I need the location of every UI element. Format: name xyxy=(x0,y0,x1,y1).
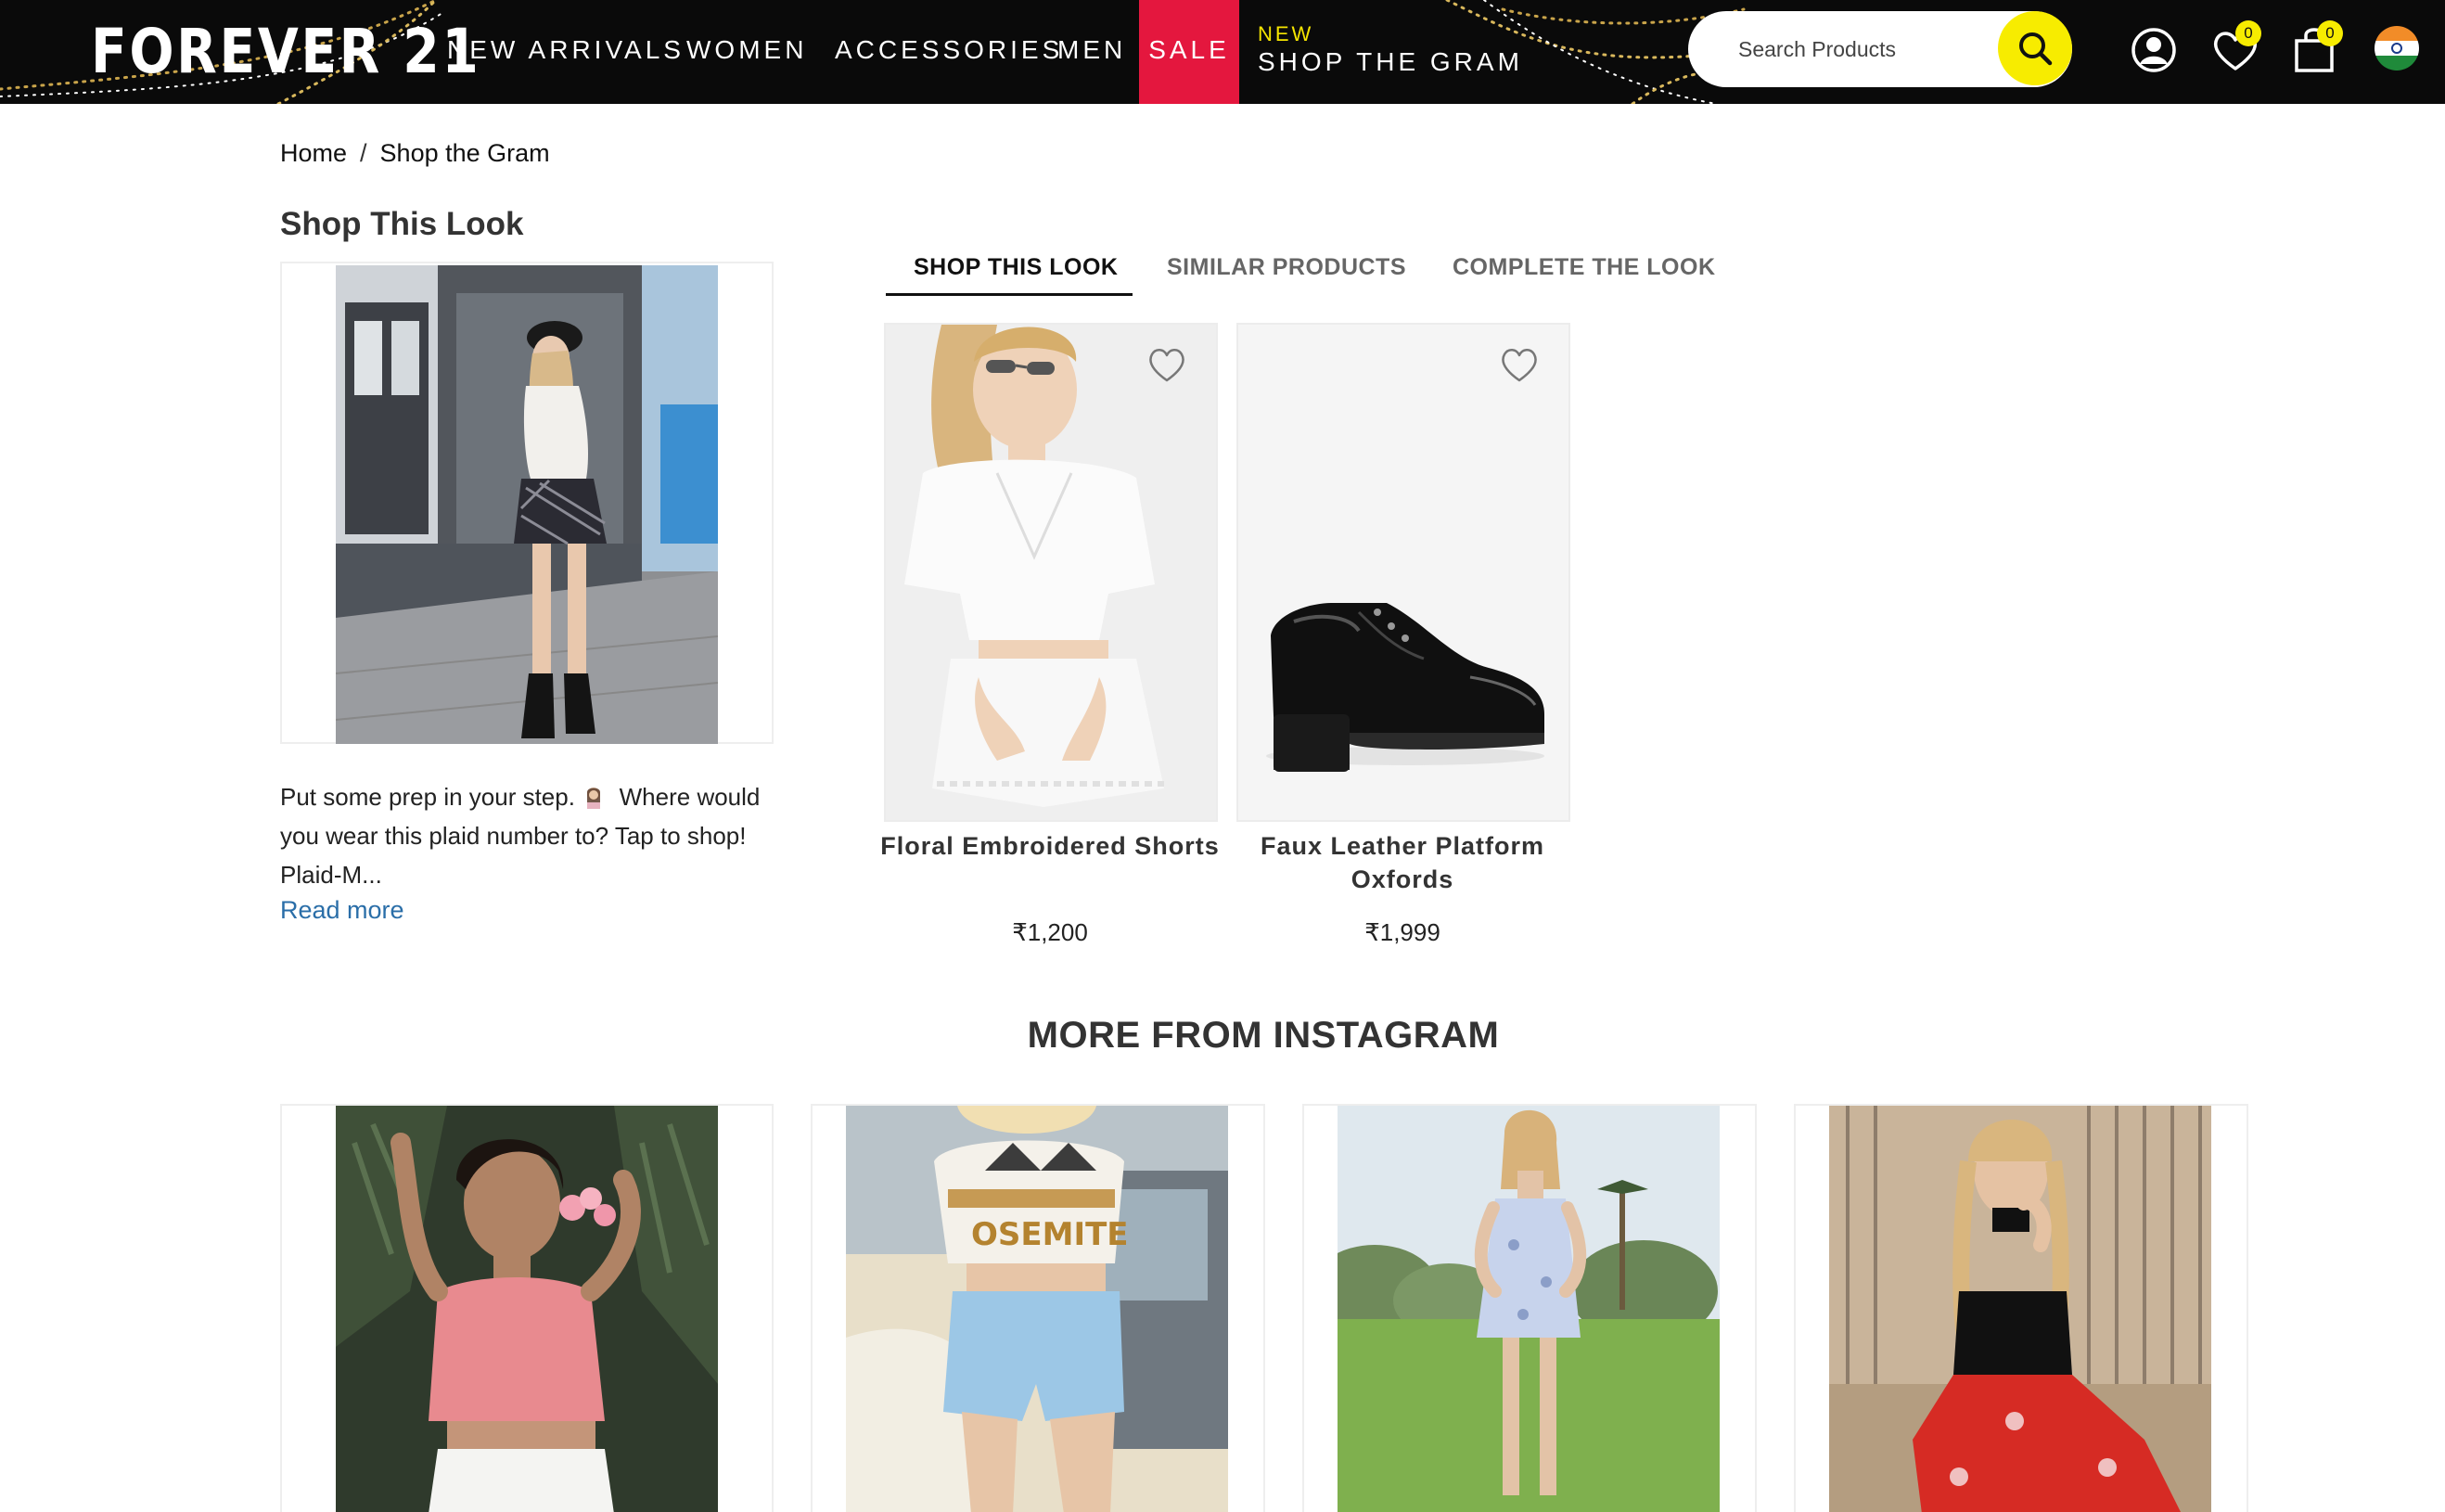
instagram-photo xyxy=(336,1106,718,1512)
breadcrumb: Home / Shop the Gram xyxy=(280,139,550,168)
tab-shop-this-look[interactable]: SHOP THIS LOOK xyxy=(914,254,1118,281)
wishlist-heart-icon[interactable] xyxy=(1498,343,1541,386)
tab-complete-the-look[interactable]: COMPLETE THE LOOK xyxy=(1453,254,1716,281)
search-button[interactable] xyxy=(1998,11,2072,85)
product-image-oxfords xyxy=(1238,325,1568,820)
look-caption: Put some prep in your step. Where would … xyxy=(280,777,781,894)
active-tab-indicator xyxy=(886,293,1133,296)
instagram-post-4[interactable] xyxy=(1794,1104,2248,1512)
instagram-photo xyxy=(1338,1106,1720,1512)
search-icon xyxy=(2019,32,2053,66)
wishlist-count-badge: 0 xyxy=(2235,20,2261,46)
nav-new-arrivals[interactable]: NEW ARRIVALS xyxy=(447,0,685,104)
account-icon xyxy=(2131,28,2176,72)
cart-button[interactable]: 0 xyxy=(2287,20,2343,78)
product-card-oxfords[interactable] xyxy=(1236,323,1570,822)
product-price: ₹1,999 xyxy=(1364,918,1440,946)
brand-logo[interactable]: FOREVER 21 xyxy=(91,13,480,91)
new-badge: NEW xyxy=(1258,22,1314,45)
product-name[interactable]: Faux Leather Platform Oxfords xyxy=(1217,829,1588,896)
product-image-shorts xyxy=(886,325,1216,820)
page-title: Shop This Look xyxy=(280,206,524,242)
search-input[interactable] xyxy=(1738,30,2007,69)
look-photo[interactable] xyxy=(336,265,718,744)
tab-similar-products[interactable]: SIMILAR PRODUCTS xyxy=(1167,254,1406,281)
breadcrumb-home[interactable]: Home xyxy=(280,139,347,167)
woman-raising-hand-emoji-icon xyxy=(587,788,601,809)
nav-sale[interactable]: SALE xyxy=(1139,0,1239,104)
instagram-photo xyxy=(1829,1106,2211,1512)
nav-shop-the-gram-label: SHOP THE GRAM xyxy=(1258,47,1523,76)
nav-shop-the-gram[interactable]: NEW SHOP THE GRAM xyxy=(1258,22,1523,78)
instagram-post-2[interactable]: OSEMITE xyxy=(811,1104,1265,1512)
india-flag-icon[interactable] xyxy=(2375,26,2419,70)
product-card-shorts[interactable] xyxy=(884,323,1218,822)
nav-women[interactable]: WOMEN xyxy=(686,0,807,104)
product-price: ₹1,200 xyxy=(1012,918,1088,946)
breadcrumb-separator: / xyxy=(360,139,367,167)
more-from-instagram-heading: MORE FROM INSTAGRAM xyxy=(1027,1015,1500,1056)
nav-accessories[interactable]: ACCESSORIES xyxy=(835,0,1063,104)
site-header: FOREVER 21 NEW ARRIVALS WOMEN ACCESSORIE… xyxy=(0,0,2445,104)
wishlist-button[interactable]: 0 xyxy=(2208,20,2263,78)
wishlist-heart-icon[interactable] xyxy=(1146,343,1188,386)
read-more-link[interactable]: Read more xyxy=(280,896,404,925)
cart-count-badge: 0 xyxy=(2317,20,2343,46)
svg-text:OSEMITE: OSEMITE xyxy=(971,1216,1129,1253)
look-image-card xyxy=(280,262,774,744)
instagram-post-3[interactable] xyxy=(1302,1104,1757,1512)
instagram-photo: OSEMITE xyxy=(846,1106,1228,1512)
account-button[interactable] xyxy=(2126,22,2182,78)
instagram-post-1[interactable] xyxy=(280,1104,774,1512)
nav-men[interactable]: MEN xyxy=(1057,0,1126,104)
caption-text-start: Put some prep in your step. xyxy=(280,783,575,811)
breadcrumb-current: Shop the Gram xyxy=(379,139,550,167)
product-name[interactable]: Floral Embroidered Shorts xyxy=(864,829,1235,863)
